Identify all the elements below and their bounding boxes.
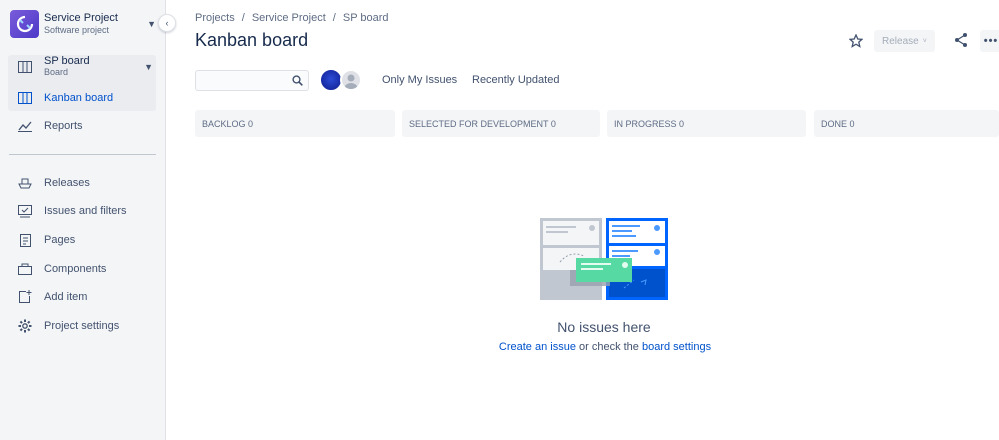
issues-icon (17, 203, 33, 219)
breadcrumb-service-project[interactable]: Service Project (252, 12, 326, 24)
sidebar-item-issues-and-filters[interactable]: Issues and filters (17, 202, 127, 220)
sidebar-item-label: Components (44, 263, 107, 275)
column-header-in-progress: In Progress 0 (607, 110, 806, 137)
board-type: Board (44, 67, 69, 77)
empty-state-message: Create an issue or check the board setti… (450, 341, 760, 353)
collapse-sidebar-button[interactable]: ‹ (158, 14, 176, 32)
chevron-down-icon: ˅ (922, 37, 927, 45)
breadcrumb-separator: / (332, 12, 336, 24)
sidebar-item-releases[interactable]: Releases (17, 174, 90, 192)
ellipsis-icon: ••• (983, 35, 999, 47)
chevron-down-icon[interactable]: ▼ (147, 19, 156, 29)
sidebar-item-label: Kanban board (44, 92, 114, 104)
only-my-issues-filter[interactable]: Only My Issues (382, 74, 457, 86)
project-avatar-icon (10, 10, 39, 38)
sidebar-item-label: Issues and filters (44, 205, 127, 217)
sidebar-divider (9, 154, 156, 155)
search-icon (292, 75, 303, 89)
project-header[interactable]: Service Project Software project ▼ (10, 10, 156, 38)
sidebar: Service Project Software project ▼ SP bo… (0, 0, 166, 440)
user-avatar[interactable] (320, 69, 342, 91)
sidebar-item-label: Pages (44, 234, 76, 246)
board-icon (17, 59, 33, 75)
column-header-done: Done 0 (814, 110, 999, 137)
share-icon[interactable] (953, 32, 969, 48)
create-issue-link[interactable]: Create an issue (499, 341, 576, 353)
page-title: Kanban board (195, 30, 309, 50)
sidebar-item-label: Releases (44, 177, 90, 189)
board-settings-link[interactable]: board settings (642, 341, 711, 353)
chart-icon (17, 118, 33, 134)
page-icon (17, 232, 33, 248)
empty-state-title: No issues here (557, 319, 651, 335)
components-icon (17, 261, 33, 277)
sidebar-item-add-item[interactable]: Add item (17, 288, 87, 306)
sidebar-item-label: Project settings (44, 320, 120, 332)
sidebar-item-label: Add item (44, 291, 88, 303)
column-header-backlog: Backlog 0 (195, 110, 395, 137)
recently-updated-filter[interactable]: Recently Updated (472, 74, 559, 86)
kanban-board-icon (17, 90, 33, 106)
release-button-label: Release (882, 35, 919, 47)
sidebar-item-pages[interactable]: Pages (17, 231, 75, 249)
add-page-icon (17, 289, 33, 305)
breadcrumb-separator: / (241, 12, 245, 24)
empty-state-text: or check the (575, 341, 642, 353)
project-type: Software project (44, 25, 110, 35)
search-field[interactable] (195, 70, 309, 91)
column-header-selected-for-development: Selected for Development 0 (402, 110, 600, 137)
project-name: Service Project (44, 12, 118, 24)
ship-icon (17, 175, 33, 191)
board-name: SP board (44, 55, 90, 67)
search-input[interactable] (196, 71, 286, 90)
sidebar-item-components[interactable]: Components (17, 260, 106, 278)
board-switcher[interactable]: SP board Board ▼ (17, 55, 153, 77)
chevron-down-icon[interactable]: ▼ (144, 62, 153, 72)
sidebar-item-label: Reports (44, 120, 83, 132)
breadcrumb: Projects / Service Project / SP board (195, 12, 389, 24)
breadcrumb-projects[interactable]: Projects (195, 12, 235, 24)
unassigned-avatar[interactable] (340, 69, 362, 91)
release-button[interactable]: Release ˅ (874, 30, 935, 52)
empty-board-illustration (540, 218, 668, 300)
sidebar-item-kanban-board[interactable]: Kanban board (17, 89, 113, 107)
gear-icon (17, 318, 33, 334)
more-actions-button[interactable]: ••• (980, 30, 999, 52)
chevron-left-icon: ‹ (165, 18, 169, 28)
star-icon[interactable] (848, 33, 865, 50)
sidebar-item-project-settings[interactable]: Project settings (17, 317, 119, 335)
breadcrumb-sp-board[interactable]: SP board (343, 12, 389, 24)
sidebar-item-reports[interactable]: Reports (17, 117, 83, 135)
